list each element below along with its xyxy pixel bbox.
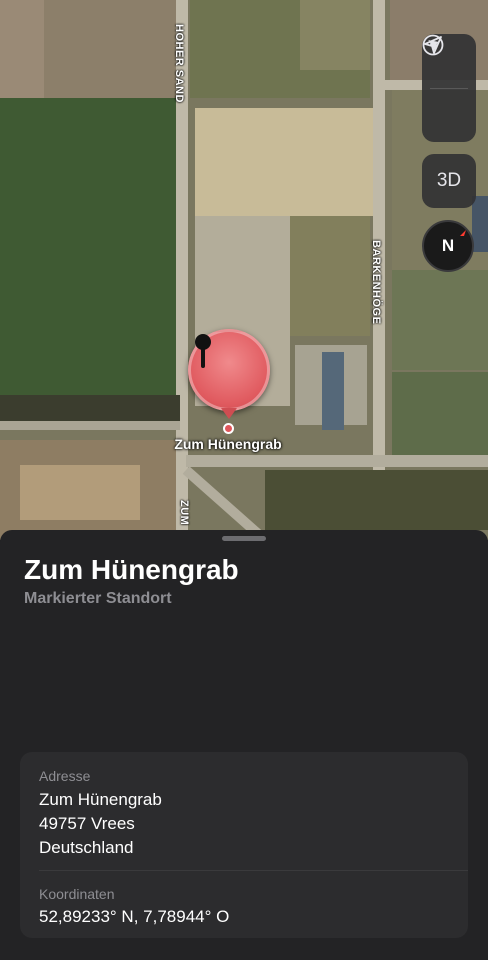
map-controls	[422, 34, 476, 142]
card-divider	[39, 870, 468, 871]
current-location-button[interactable]	[422, 36, 476, 143]
place-subtitle: Markierter Standort	[24, 590, 172, 607]
pin-tip	[221, 408, 237, 419]
compass-north-label: N	[441, 236, 455, 255]
coordinates-value[interactable]: 52,89233° N, 7,78944° O	[39, 907, 229, 927]
location-arrow-icon	[424, 36, 442, 54]
satellite-map[interactable]: HOHER SAND BARKENHÖGE ZUM 3D N Zum Hünen…	[0, 0, 488, 540]
pushpin-icon	[195, 334, 211, 368]
address-label: Adresse	[39, 768, 91, 784]
pin-anchor-dot	[223, 423, 234, 434]
road-label-barkenhoege: BARKENHÖGE	[370, 240, 382, 325]
compass-needle-icon	[460, 230, 466, 236]
location-pin[interactable]	[188, 329, 270, 411]
3d-toggle-button[interactable]: 3D	[422, 154, 476, 208]
address-line-1[interactable]: Zum Hünengrab	[39, 790, 162, 810]
compass-button[interactable]: N	[422, 220, 474, 272]
road-label-hoher-sand: HOHER SAND	[173, 24, 185, 103]
map-imagery	[0, 0, 488, 540]
road-label-zum: ZUM	[178, 500, 190, 526]
address-line-2[interactable]: 49757 Vrees	[39, 814, 135, 834]
place-title: Zum Hünengrab	[24, 554, 239, 585]
details-card: Adresse Zum Hünengrab 49757 Vrees Deutsc…	[20, 752, 468, 938]
place-sheet[interactable]: Zum Hünengrab Markierter Standort Adress…	[0, 530, 488, 960]
sheet-grabber[interactable]	[222, 536, 266, 541]
pin-label[interactable]: Zum Hünengrab	[150, 436, 306, 452]
address-line-3[interactable]: Deutschland	[39, 838, 134, 858]
coordinates-label: Koordinaten	[39, 886, 115, 902]
